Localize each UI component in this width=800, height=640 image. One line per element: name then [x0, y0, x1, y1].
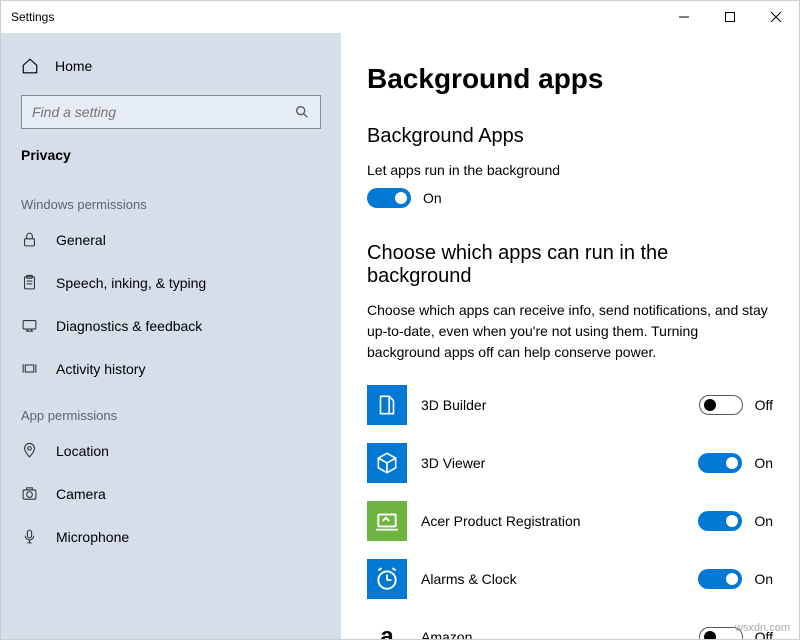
app-toggle-state: On [754, 571, 773, 587]
search-input[interactable] [32, 104, 294, 120]
sidebar-item-label: Speech, inking, & typing [56, 275, 206, 291]
app-name: Acer Product Registration [421, 513, 684, 529]
group-app-permissions: App permissions [1, 390, 341, 429]
sidebar-item-label: Camera [56, 486, 106, 502]
app-acer: Acer Product Registration On [367, 501, 773, 541]
maximize-button[interactable] [707, 1, 753, 33]
settings-window: Settings Home Privacy Windows permission… [0, 0, 800, 640]
app-toggle-alarms[interactable] [698, 569, 742, 589]
app-3d-viewer: 3D Viewer On [367, 443, 773, 483]
category-label: Privacy [1, 143, 341, 179]
app-icon-3d-builder [367, 385, 407, 425]
app-name: 3D Builder [421, 397, 685, 413]
sidebar-item-location[interactable]: Location [1, 429, 341, 472]
search-box[interactable] [21, 95, 321, 129]
sidebar-item-label: Location [56, 443, 109, 459]
minimize-button[interactable] [661, 1, 707, 33]
home-link[interactable]: Home [1, 47, 341, 85]
section-title: Choose which apps can run in the backgro… [367, 242, 773, 288]
group-windows-permissions: Windows permissions [1, 179, 341, 218]
app-icon-3d-viewer [367, 443, 407, 483]
home-icon [21, 57, 39, 75]
close-button[interactable] [753, 1, 799, 33]
sidebar-item-microphone[interactable]: Microphone [1, 515, 341, 558]
sub-heading: Background Apps [367, 125, 773, 148]
sidebar-item-activity[interactable]: Activity history [1, 347, 341, 390]
clipboard-icon [21, 274, 38, 291]
feedback-icon [21, 317, 38, 334]
sidebar-item-label: Microphone [56, 529, 129, 545]
watermark: wsxdn.com [735, 622, 790, 634]
app-name: 3D Viewer [421, 455, 684, 471]
camera-icon [21, 485, 38, 502]
app-toggle-3d-builder[interactable] [699, 395, 743, 415]
history-icon [21, 360, 38, 377]
app-3d-builder: 3D Builder Off [367, 385, 773, 425]
window-title: Settings [11, 10, 54, 24]
app-icon-acer [367, 501, 407, 541]
sidebar-item-camera[interactable]: Camera [1, 472, 341, 515]
lock-icon [21, 231, 38, 248]
sidebar-item-label: General [56, 232, 106, 248]
app-toggle-3d-viewer[interactable] [698, 453, 742, 473]
main-panel: Background apps Background Apps Let apps… [341, 33, 799, 639]
location-icon [21, 442, 38, 459]
app-list: 3D Builder Off 3D Viewer On [367, 385, 773, 639]
app-amazon: a Amazon Off [367, 617, 773, 639]
titlebar: Settings [1, 1, 799, 33]
app-toggle-acer[interactable] [698, 511, 742, 531]
sidebar-item-diagnostics[interactable]: Diagnostics & feedback [1, 304, 341, 347]
app-toggle-state: On [754, 455, 773, 471]
microphone-icon [21, 528, 38, 545]
home-label: Home [55, 58, 92, 74]
window-controls [661, 1, 799, 33]
page-title: Background apps [367, 63, 773, 95]
section-description: Choose which apps can receive info, send… [367, 300, 773, 363]
master-toggle[interactable] [367, 188, 411, 208]
master-toggle-row: On [367, 188, 773, 208]
content-area: Home Privacy Windows permissions General… [1, 33, 799, 639]
sidebar-item-general[interactable]: General [1, 218, 341, 261]
master-toggle-label: Let apps run in the background [367, 162, 773, 178]
sidebar-item-label: Diagnostics & feedback [56, 318, 202, 334]
app-toggle-state: Off [755, 397, 773, 413]
search-icon [294, 104, 310, 120]
app-alarms: Alarms & Clock On [367, 559, 773, 599]
sidebar: Home Privacy Windows permissions General… [1, 33, 341, 639]
master-toggle-state: On [423, 190, 442, 206]
app-toggle-state: On [754, 513, 773, 529]
app-name: Amazon [421, 629, 685, 639]
sidebar-item-speech[interactable]: Speech, inking, & typing [1, 261, 341, 304]
app-icon-alarms [367, 559, 407, 599]
app-icon-amazon: a [367, 617, 407, 639]
app-name: Alarms & Clock [421, 571, 684, 587]
sidebar-item-label: Activity history [56, 361, 145, 377]
